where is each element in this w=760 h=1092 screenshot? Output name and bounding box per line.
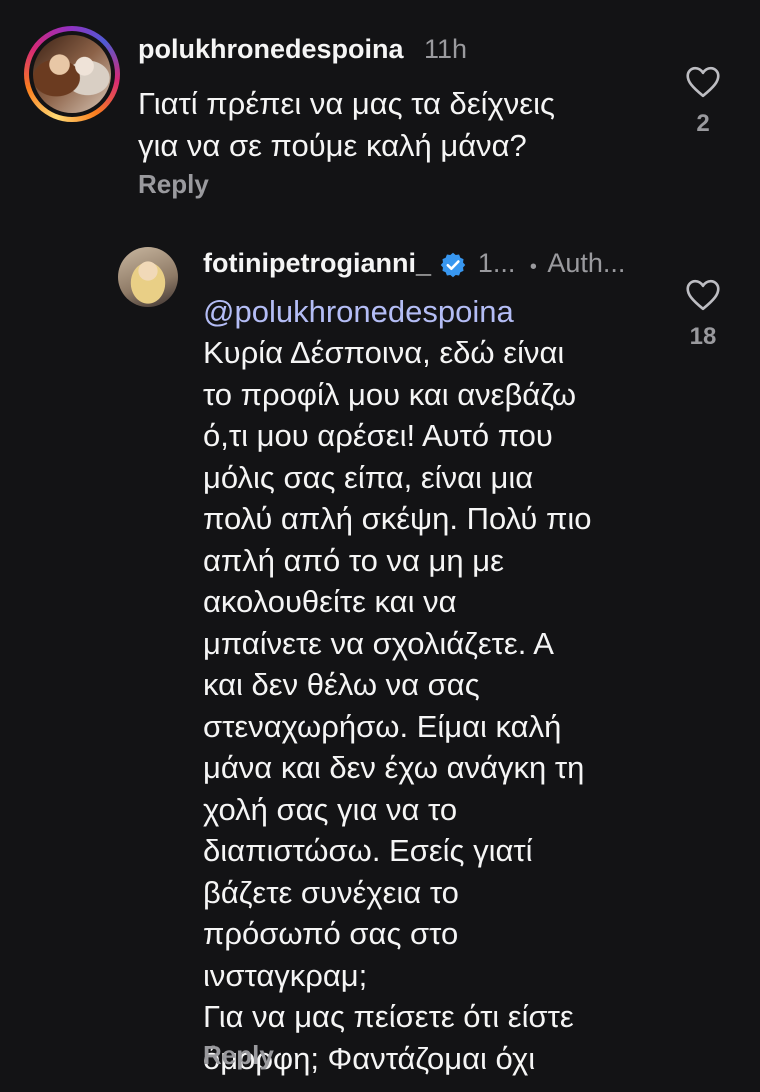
like-count: 18 [689,323,717,350]
avatar[interactable] [118,247,178,307]
meta-separator: • [529,256,537,279]
comment-timestamp: 1... [477,248,516,278]
comment-text: Κυρία Δέσποινα, εδώ είναι το προφίλ μου … [203,335,592,1076]
mention-link[interactable]: @polukhronedespoina [203,291,514,333]
reply-button[interactable]: Reply [203,1040,274,1071]
like-control: 18 [679,279,727,351]
comment-fotinipetrogianni: fotinipetrogianni_ 1... • Auth... @poluk… [0,0,760,1092]
heart-icon[interactable] [685,279,721,311]
author-badge: Auth... [547,248,626,278]
comment-header: fotinipetrogianni_ 1... • Auth... [203,248,625,279]
comment-username[interactable]: fotinipetrogianni_ [203,248,431,278]
verified-badge-icon [441,252,466,278]
